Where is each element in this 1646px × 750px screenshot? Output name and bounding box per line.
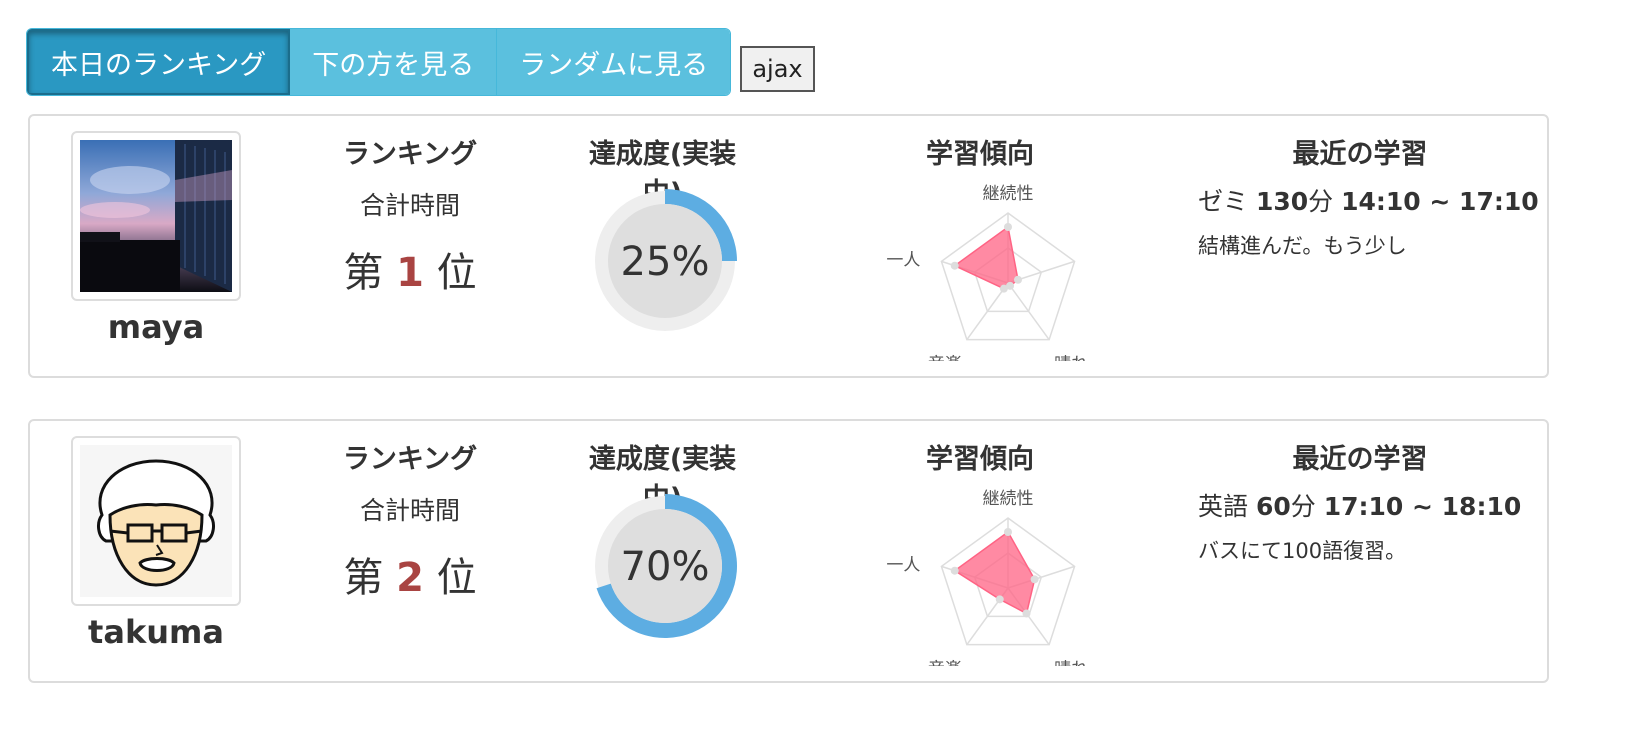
radar-data-point [995,595,1004,604]
radar-data-point [1030,575,1039,584]
rank-number: 1 [396,250,424,296]
ranking-title: ランキング [342,139,478,170]
rank-value: 第 1 位 [320,240,500,298]
radar-data-point [950,261,959,270]
recent-time-range: 17:10 ~ 18:10 [1323,492,1522,521]
ajax-button[interactable]: ajax [740,46,815,92]
trend-radar-chart: 継続性朝型晴れ音楽一人 [886,489,1088,666]
ranking-title: ランキング [342,444,478,475]
username[interactable]: maya [56,308,256,346]
recent-minutes-unit: 分 [1308,187,1334,216]
rank-number: 2 [396,555,424,601]
recent-minutes: 130 [1255,187,1309,216]
radar-axis-label: 晴れ [1054,660,1088,666]
view-lower-button[interactable]: 下の方を見る [290,29,498,95]
recent-study-title: 最近の学習 [1292,139,1428,170]
radar-data-point [1004,223,1012,231]
rank-prefix: 第 [343,250,384,296]
trend-title: 学習傾向 [926,139,1034,170]
rank-suffix: 位 [436,250,477,296]
radar-axis-label: 音楽 [928,355,962,361]
cartoon-face-glasses-icon [80,445,232,597]
recent-study-summary: 英語 60分 17:10 ~ 18:10 [1198,487,1521,523]
achievement-label: 70% [621,544,710,590]
trend-radar-chart: 継続性朝型晴れ音楽一人 [886,184,1088,361]
radar-axis-label: 継続性 [983,184,1034,204]
radar-axis-label: 晴れ [1054,355,1088,361]
achievement-donut: 70% [595,494,737,638]
radar-data-point [1013,275,1022,284]
rank-value: 第 2 位 [320,545,500,603]
recent-subject: 英語 [1198,492,1249,521]
achievement-label: 25% [621,239,710,285]
recent-minutes-unit: 分 [1290,492,1316,521]
rank-suffix: 位 [436,555,477,601]
sky-building-photo-icon [80,140,232,292]
user-card: takuma ランキング 合計時間 第 2 位 達成度(実装中) 70% 学習傾… [28,419,1549,683]
radar-data-point [1004,528,1012,536]
radar-axis-label: 一人 [886,555,920,575]
recent-time-range: 14:10 ~ 17:10 [1341,187,1539,216]
view-random-button[interactable]: ランダムに見る [497,29,731,95]
ranking-subtitle: 合計時間 [359,496,460,525]
recent-study-comment: バスにて100語復習。 [1198,539,1407,563]
radar-axis-label: 継続性 [983,489,1034,509]
recent-study-comment: 結構進んだ。もう少し [1198,234,1407,258]
trend-title: 学習傾向 [926,444,1034,475]
recent-subject: ゼミ [1198,187,1249,216]
username[interactable]: takuma [56,613,256,651]
radar-data-area [953,530,1036,615]
today-ranking-button[interactable]: 本日のランキング [27,29,291,95]
recent-study-title: 最近の学習 [1292,444,1428,475]
recent-study-summary: ゼミ 130分 14:10 ~ 17:10 [1198,182,1539,218]
radar-data-point [1022,609,1031,618]
radar-axis-label: 音楽 [928,660,962,666]
avatar [71,131,241,301]
recent-minutes: 60 [1255,492,1291,521]
avatar [71,436,241,606]
radar-data-point [999,284,1008,293]
ranking-mode-button-group: 本日のランキング 下の方を見る ランダムに見る [26,28,732,96]
radar-data-point [950,566,959,575]
achievement-donut: 25% [595,189,737,331]
radar-axis-label: 一人 [886,250,920,270]
user-card: maya ランキング 合計時間 第 1 位 達成度(実装中) 25% 学習傾向 … [28,114,1549,378]
ranking-subtitle: 合計時間 [359,191,460,220]
radar-data-area [953,225,1019,290]
rank-prefix: 第 [343,555,384,601]
